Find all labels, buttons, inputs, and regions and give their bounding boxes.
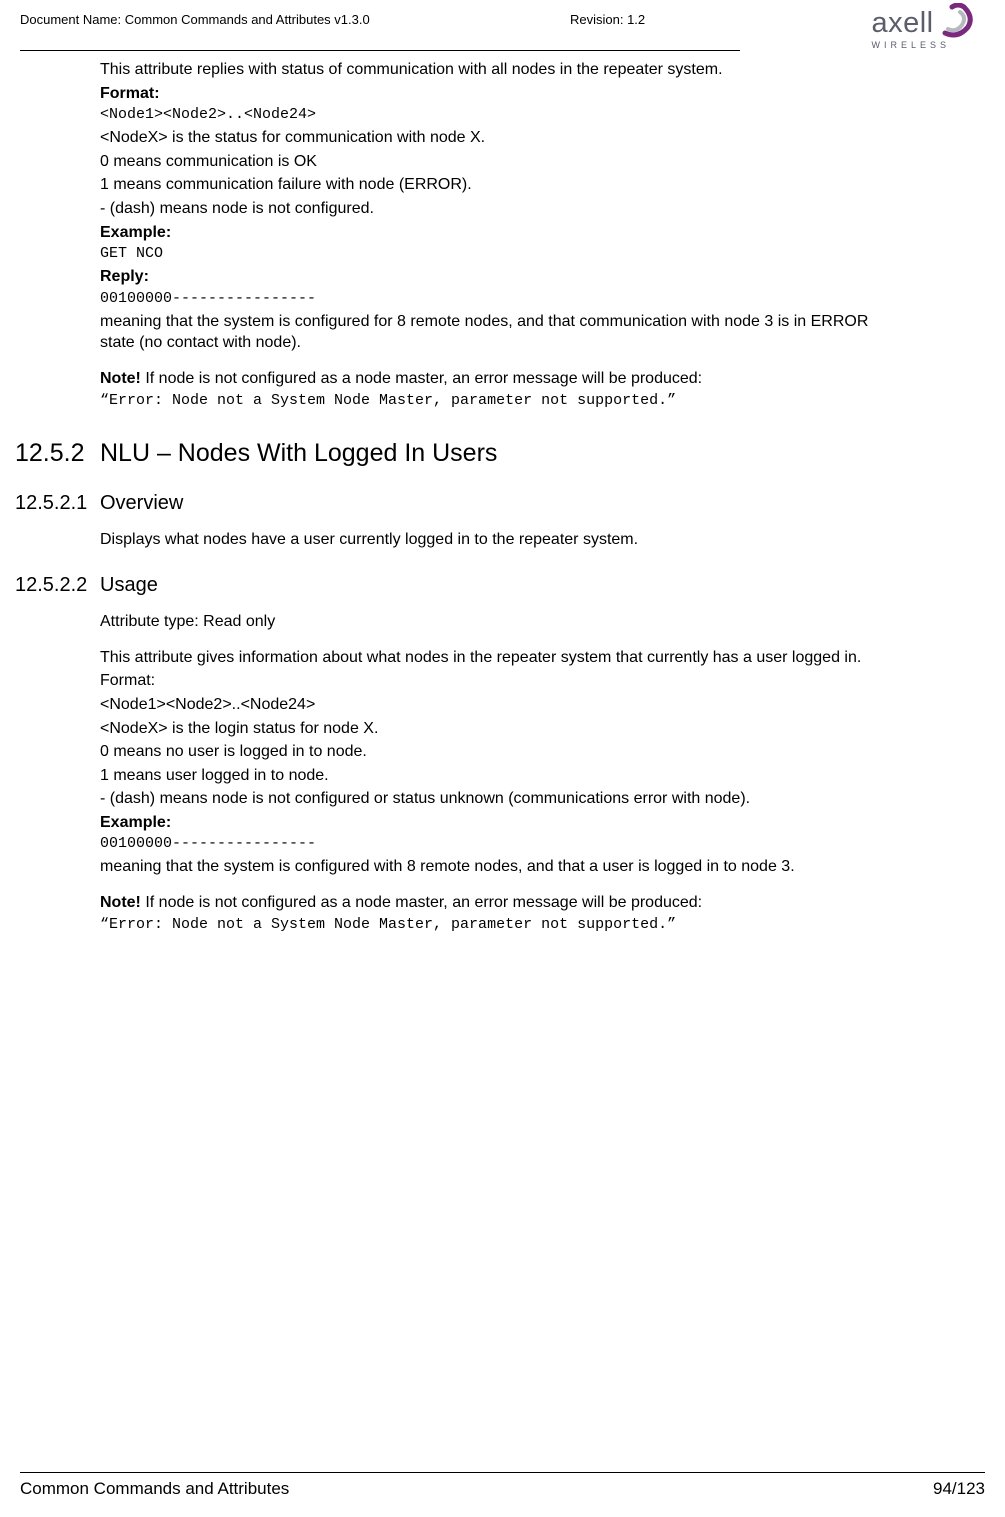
paragraph: <NodeX> is the status for communication …: [100, 127, 905, 149]
logo-swirl-icon: [942, 3, 974, 44]
paragraph: meaning that the system is configured fo…: [100, 311, 905, 354]
heading-title: Usage: [100, 574, 158, 597]
note-bold: Note!: [100, 370, 141, 387]
format-code: <Node1><Node2>..<Node24>: [100, 106, 905, 123]
logo: axell WIRELESS: [871, 3, 980, 50]
example-code: GET NCO: [100, 245, 905, 262]
paragraph: 0 means no user is logged in to node.: [100, 741, 905, 763]
logo-text: axell: [871, 7, 933, 40]
paragraph: Attribute type: Read only: [100, 611, 905, 633]
heading-3: 12.5.2.1 Overview: [100, 492, 905, 515]
paragraph: Displays what nodes have a user currentl…: [100, 529, 905, 551]
heading-title: Overview: [100, 492, 183, 515]
heading-number: 12.5.2: [15, 439, 100, 468]
note-text: If node is not configured as a node mast…: [141, 370, 702, 387]
paragraph: This attribute gives information about w…: [100, 647, 905, 669]
reply-label: Reply:: [100, 266, 905, 288]
heading-number: 12.5.2.1: [15, 492, 100, 515]
paragraph: 1 means user logged in to node.: [100, 765, 905, 787]
page-number: 94/123: [933, 1479, 985, 1499]
note-code: “Error: Node not a System Node Master, p…: [100, 392, 905, 409]
heading-title: NLU – Nodes With Logged In Users: [100, 439, 497, 468]
paragraph: Format:: [100, 670, 905, 692]
reply-code: 00100000----------------: [100, 290, 905, 307]
paragraph: This attribute replies with status of co…: [100, 59, 905, 81]
footer-title: Common Commands and Attributes: [20, 1479, 289, 1499]
doc-name: Document Name: Common Commands and Attri…: [20, 10, 370, 27]
heading-number: 12.5.2.2: [15, 574, 100, 597]
heading-3: 12.5.2.2 Usage: [100, 574, 905, 597]
note-bold: Note!: [100, 894, 141, 911]
example-code: 00100000----------------: [100, 835, 905, 852]
format-label: Format:: [100, 83, 905, 105]
revision: Revision: 1.2: [570, 10, 645, 27]
paragraph: 1 means communication failure with node …: [100, 174, 905, 196]
page-content: This attribute replies with status of co…: [0, 51, 1005, 933]
footer-rule: [20, 1472, 985, 1473]
example-label: Example:: [100, 812, 905, 834]
example-label: Example:: [100, 222, 905, 244]
paragraph: - (dash) means node is not configured or…: [100, 788, 905, 810]
page-footer: Common Commands and Attributes 94/123: [20, 1472, 985, 1499]
heading-2: 12.5.2 NLU – Nodes With Logged In Users: [100, 439, 905, 468]
note-text: If node is not configured as a node mast…: [141, 894, 702, 911]
note-paragraph: Note! If node is not configured as a nod…: [100, 892, 905, 914]
paragraph: - (dash) means node is not configured.: [100, 198, 905, 220]
paragraph: <Node1><Node2>..<Node24>: [100, 694, 905, 716]
page-header: Document Name: Common Commands and Attri…: [0, 0, 1005, 50]
note-paragraph: Note! If node is not configured as a nod…: [100, 368, 905, 390]
paragraph: 0 means communication is OK: [100, 151, 905, 173]
paragraph: <NodeX> is the login status for node X.: [100, 718, 905, 740]
note-code: “Error: Node not a System Node Master, p…: [100, 916, 905, 933]
logo-subtext: WIRELESS: [871, 40, 950, 50]
paragraph: meaning that the system is configured wi…: [100, 856, 905, 878]
